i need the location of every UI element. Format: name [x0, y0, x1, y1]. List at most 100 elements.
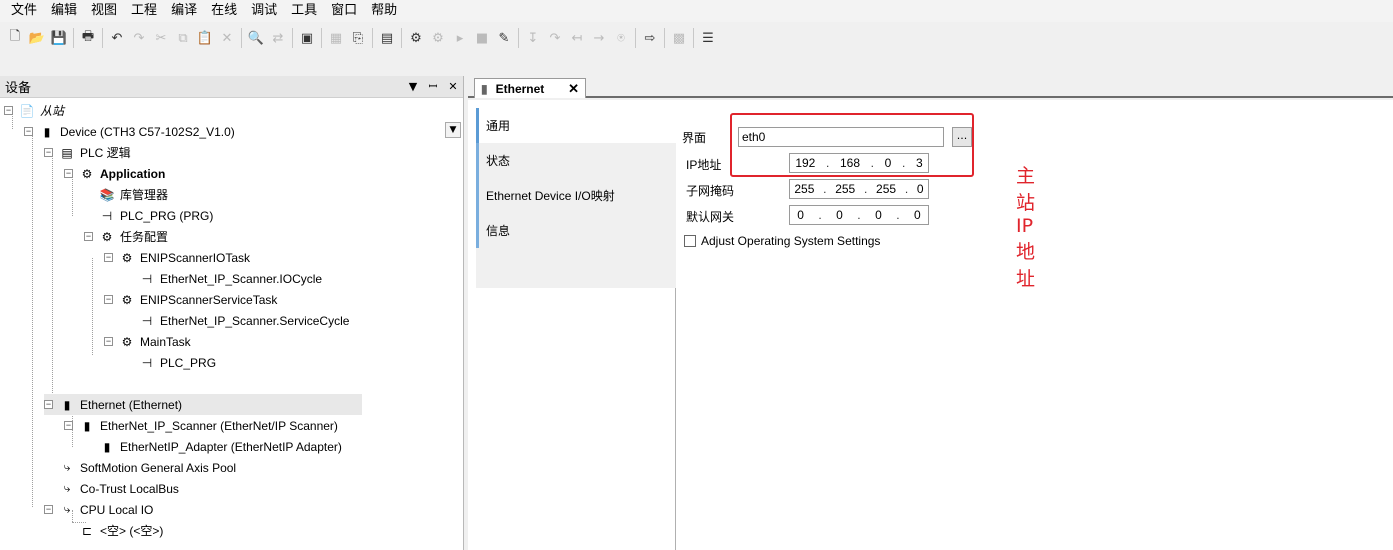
window-icon[interactable]: ▣ [296, 27, 318, 49]
adjust-os-checkbox[interactable] [684, 235, 696, 247]
menu-window[interactable]: 窗口 [324, 0, 364, 22]
tree-node-service-task[interactable]: − ⚙ ENIPScannerServiceTask [104, 289, 277, 310]
gateway-field[interactable]: 0. 0. 0. 0 [789, 205, 929, 225]
collapse-icon[interactable]: − [64, 169, 73, 178]
step-over-icon[interactable]: ↷ [544, 27, 566, 49]
paste-icon[interactable]: 📋 [194, 27, 216, 49]
menu-project[interactable]: 工程 [124, 0, 164, 22]
logout-icon[interactable]: ⚙ [427, 27, 449, 49]
toolbar-separator [372, 28, 373, 48]
collapse-icon[interactable]: − [4, 106, 13, 115]
menu-view[interactable]: 视图 [84, 0, 124, 22]
tool-icon[interactable]: ▩ [668, 27, 690, 49]
interface-label: 界面 [682, 131, 707, 145]
collapse-icon[interactable]: − [44, 148, 53, 157]
tree-node-ethernet[interactable]: − ▮ Ethernet (Ethernet) [44, 394, 362, 415]
menu-tools[interactable]: 工具 [284, 0, 324, 22]
breakpoint-icon[interactable]: ⍟ [610, 27, 632, 49]
device-tree: ▼ − 📄 从站 − ▮ Device (CTH3 C57-102S2_V1.0… [0, 98, 463, 550]
tree-node-application[interactable]: − ⚙ Application [64, 163, 165, 184]
toolbar-separator [292, 28, 293, 48]
tree-node-empty-slot[interactable]: ⊏ <空> (<空>) [79, 520, 163, 541]
print-icon[interactable]: 🖶 [77, 27, 99, 49]
cut-icon[interactable]: ✂ [150, 27, 172, 49]
collapse-icon[interactable]: − [104, 295, 113, 304]
tree-node-slave[interactable]: − 📄 从站 [4, 100, 64, 121]
master-ip-annotation: 主站IP地址 [1016, 165, 1036, 290]
tree-node-main-task[interactable]: − ⚙ MainTask [104, 331, 191, 352]
side-tab-general[interactable]: 通用 [476, 108, 676, 143]
insert-icon[interactable]: ⎘ [347, 27, 369, 49]
close-panel-icon[interactable]: ✕ [443, 80, 463, 93]
tree-node-localbus[interactable]: ⤷ Co-Trust LocalBus [59, 478, 179, 499]
replace-icon[interactable]: ⇄ [267, 27, 289, 49]
collapse-icon[interactable]: − [44, 505, 53, 514]
application-gear-icon: ⚙ [81, 166, 93, 181]
pin-icon[interactable]: ꟷ [423, 79, 443, 94]
toolbar-separator [693, 28, 694, 48]
menu-debug[interactable]: 调试 [244, 0, 284, 22]
menu-help[interactable]: 帮助 [364, 0, 404, 22]
tree-node-main-plc-prg[interactable]: ⊣ PLC_PRG [139, 352, 216, 373]
toggle-icon[interactable]: ☰ [697, 27, 719, 49]
side-tab-io-mapping[interactable]: Ethernet Device I/O映射 [476, 178, 676, 213]
collapse-icon[interactable]: − [84, 232, 93, 241]
find-icon[interactable]: 🔍 [245, 27, 267, 49]
tab-ethernet[interactable]: ▮ Ethernet ✕ [474, 78, 586, 98]
collapse-icon[interactable]: − [104, 253, 113, 262]
tree-node-label: PLC_PRG (PRG) [120, 208, 214, 223]
undo-icon[interactable]: ↶ [106, 27, 128, 49]
tree-node-label: Co-Trust LocalBus [80, 481, 179, 496]
tree-node-enip-adapter[interactable]: ▮ EtherNetIP_Adapter (EtherNetIP Adapter… [99, 436, 342, 457]
gateway-octet: 0 [797, 208, 804, 222]
tree-node-axis-pool[interactable]: ⤷ SoftMotion General Axis Pool [59, 457, 236, 478]
library-icon: 📚 [99, 187, 115, 202]
tree-node-device[interactable]: − ▮ Device (CTH3 C57-102S2_V1.0) [24, 121, 235, 142]
chevron-down-icon[interactable]: ▼ [445, 122, 461, 138]
menu-edit[interactable]: 编辑 [44, 0, 84, 22]
subnet-mask-field[interactable]: 255. 255. 255. 0 [789, 179, 929, 199]
close-icon[interactable]: ✕ [568, 81, 579, 97]
redo-icon[interactable]: ↷ [128, 27, 150, 49]
new-icon[interactable]: 🗋 [4, 27, 26, 49]
menu-online[interactable]: 在线 [204, 0, 244, 22]
tree-node-io-cycle[interactable]: ⊣ EtherNet_IP_Scanner.IOCycle [139, 268, 322, 289]
step-return-icon[interactable]: → [588, 27, 610, 49]
delete-icon[interactable]: ✕ [216, 27, 238, 49]
collapse-icon[interactable]: − [104, 337, 113, 346]
login-icon[interactable]: ⚙ [405, 27, 427, 49]
tree-node-cpu-local-io[interactable]: − ⤷ CPU Local IO [44, 499, 153, 520]
tree-node-plc-prg[interactable]: ⊣ PLC_PRG (PRG) [99, 205, 214, 226]
ip-address-label: IP地址 [686, 158, 722, 172]
devices-panel-header: 设备 ▼ ꟷ ✕ [0, 76, 463, 98]
panel-menu-icon[interactable]: ▼ [403, 80, 423, 93]
open-icon[interactable]: 📂 [26, 27, 48, 49]
program-call-icon: ⊣ [141, 313, 153, 328]
gateway-octet: 0 [914, 208, 921, 222]
copy-icon[interactable]: ⧉ [172, 27, 194, 49]
tree-node-plc-logic[interactable]: − ▤ PLC 逻辑 [44, 142, 131, 163]
step-out-icon[interactable]: ↤ [566, 27, 588, 49]
menu-build[interactable]: 编译 [164, 0, 204, 22]
tree-node-service-cycle[interactable]: ⊣ EtherNet_IP_Scanner.ServiceCycle [139, 310, 350, 331]
build-icon[interactable]: ▦ [325, 27, 347, 49]
toolbar-separator [241, 28, 242, 48]
start-icon[interactable]: ▸ [449, 27, 471, 49]
reset-icon[interactable]: ✎ [493, 27, 515, 49]
collapse-icon[interactable]: − [64, 421, 73, 430]
side-tab-status[interactable]: 状态 [476, 143, 676, 178]
tree-node-library-manager[interactable]: 📚 库管理器 [99, 184, 169, 205]
tree-node-task-config[interactable]: − ⚙ 任务配置 [84, 226, 168, 247]
collapse-icon[interactable]: − [24, 127, 33, 136]
tree-node-enip-scanner[interactable]: − ▮ EtherNet_IP_Scanner (EtherNet/IP Sca… [64, 415, 338, 436]
menu-file[interactable]: 文件 [4, 0, 44, 22]
side-tab-info[interactable]: 信息 [476, 213, 676, 248]
watch-icon[interactable]: ▤ [376, 27, 398, 49]
tree-node-io-task[interactable]: − ⚙ ENIPScannerIOTask [104, 247, 250, 268]
next-icon[interactable]: ⇨ [639, 27, 661, 49]
save-icon[interactable]: 💾 [48, 27, 70, 49]
step-into-icon[interactable]: ↧ [522, 27, 544, 49]
device-icon: ▮ [43, 124, 51, 139]
stop-icon[interactable]: ■ [471, 27, 493, 49]
collapse-icon[interactable]: − [44, 400, 53, 409]
